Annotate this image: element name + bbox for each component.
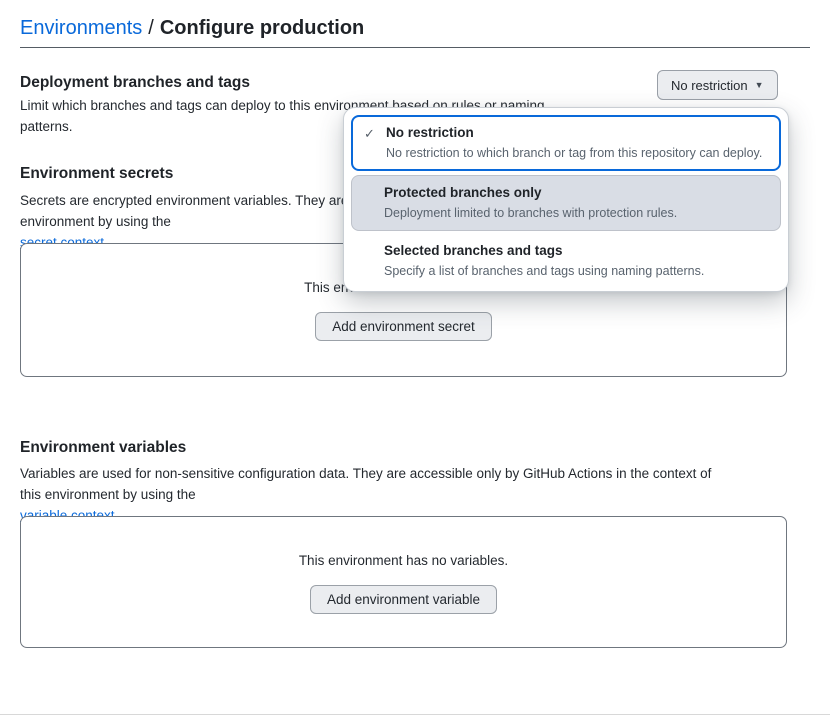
page-title: Configure production <box>160 17 364 39</box>
menu-item-text: No restriction No restriction to which b… <box>386 125 762 160</box>
breadcrumb: Environments / Configure production <box>20 15 364 41</box>
breadcrumb-environments-link[interactable]: Environments <box>20 17 142 39</box>
variables-description-line1: Variables are used for non-sensitive con… <box>20 463 780 484</box>
menu-item-protected-branches-only[interactable]: Protected branches only Deployment limit… <box>351 175 781 231</box>
menu-item-protected-branches-description: Deployment limited to branches with prot… <box>384 206 768 220</box>
menu-item-selected-branches-description: Specify a list of branches and tags usin… <box>384 264 769 278</box>
menu-item-protected-branches-title: Protected branches only <box>384 185 768 200</box>
chevron-down-icon: ▼ <box>755 80 764 90</box>
menu-item-no-restriction-description: No restriction to which branch or tag fr… <box>386 146 762 160</box>
environment-settings-page: Environments / Configure production Deploy… <box>0 0 830 715</box>
menu-item-selected-branches-and-tags[interactable]: Selected branches and tags Specify a lis… <box>351 235 781 284</box>
environment-variables-heading: Environment variables <box>20 439 186 457</box>
deployment-branches-heading: Deployment branches and tags <box>20 74 250 92</box>
title-divider <box>20 47 810 48</box>
menu-item-no-restriction[interactable]: ✓ No restriction No restriction to which… <box>351 115 781 171</box>
branch-policy-selector-label: No restriction <box>671 78 748 93</box>
variables-description-line2-text: this environment by using the <box>20 484 780 505</box>
menu-item-no-restriction-title: No restriction <box>386 125 762 140</box>
branch-policy-dropdown-menu: ✓ No restriction No restriction to which… <box>343 107 789 292</box>
menu-item-selected-branches-title: Selected branches and tags <box>384 243 769 258</box>
breadcrumb-separator: / <box>148 17 154 39</box>
environment-secrets-heading: Environment secrets <box>20 165 173 183</box>
check-icon: ✓ <box>364 125 386 142</box>
add-environment-variable-button[interactable]: Add environment variable <box>310 585 497 614</box>
branch-policy-selector-button[interactable]: No restriction ▼ <box>657 70 778 100</box>
add-environment-secret-button[interactable]: Add environment secret <box>315 312 492 341</box>
variables-empty-message: This environment has no variables. <box>299 553 508 568</box>
variables-empty-box: This environment has no variables. Add e… <box>20 516 787 648</box>
